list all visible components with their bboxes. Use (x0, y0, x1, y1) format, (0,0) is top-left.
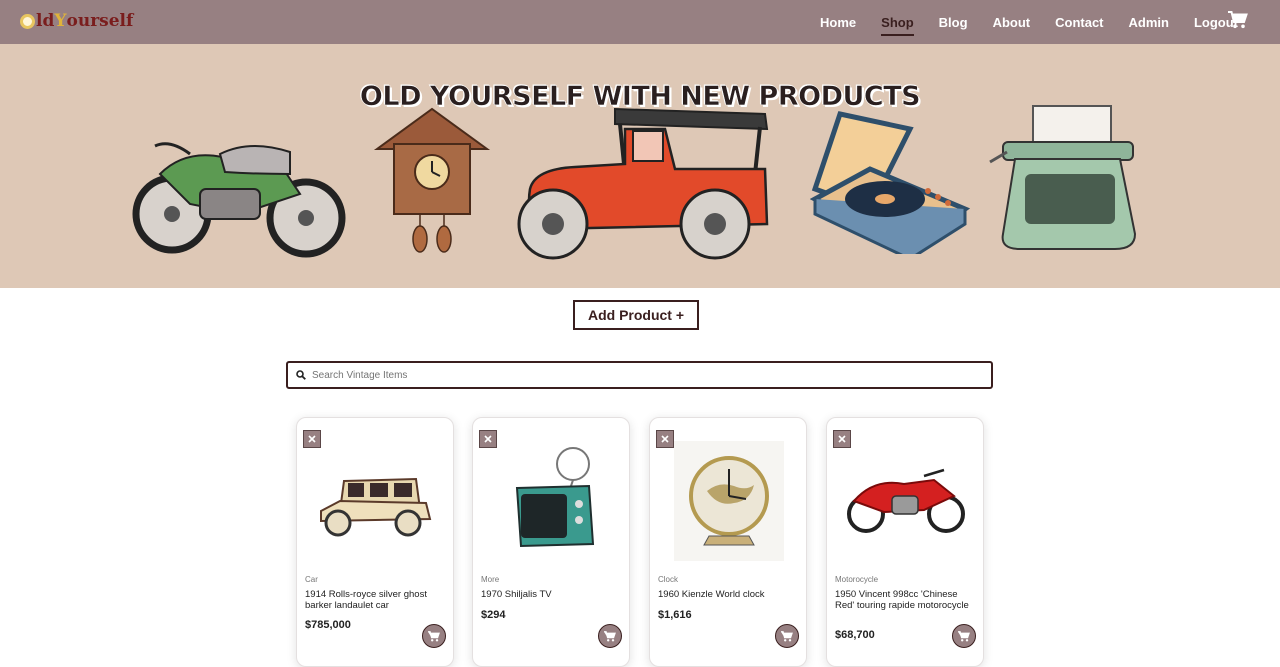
product-price: $68,700 (835, 629, 875, 641)
product-name[interactable]: 1970 Shiljalis TV (481, 589, 621, 601)
close-icon (484, 435, 492, 443)
product-image[interactable] (483, 428, 621, 573)
add-to-cart-button[interactable] (775, 624, 799, 648)
product-card[interactable]: More 1970 Shiljalis TV $294 (472, 417, 630, 667)
product-image[interactable] (660, 428, 798, 573)
top-navbar: ld Yourself Home Shop Blog About Contact … (0, 0, 1280, 44)
nav-blog[interactable]: Blog (939, 15, 968, 30)
product-category: Clock (658, 575, 679, 584)
delete-product-button[interactable] (479, 430, 497, 448)
product-category: Car (305, 575, 318, 584)
product-image[interactable] (837, 428, 975, 573)
add-to-cart-button[interactable] (952, 624, 976, 648)
nav-home[interactable]: Home (820, 15, 856, 30)
vintage-tv-image (515, 446, 595, 547)
nav-admin[interactable]: Admin (1129, 15, 1169, 30)
hero-banner: OLD YOURSELF WITH NEW PRODUCTS (0, 44, 1280, 288)
product-name[interactable]: 1950 Vincent 998cc 'Chinese Red' touring… (835, 589, 975, 611)
search-icon (296, 370, 306, 380)
logo-o-icon (20, 13, 35, 29)
vintage-car-image (320, 477, 432, 536)
product-price: $294 (481, 609, 506, 621)
product-category: More (481, 575, 500, 584)
cart-icon (958, 630, 970, 641)
delete-product-button[interactable] (303, 430, 321, 448)
red-motorcycle-image (847, 468, 965, 533)
typewriter-illustration (989, 105, 1137, 250)
record-player-illustration (810, 111, 970, 254)
product-card[interactable]: Motorocycle 1950 Vincent 998cc 'Chinese … (826, 417, 984, 667)
motorcycle-illustration (132, 142, 346, 258)
cuckoo-clock-illustration (373, 107, 491, 253)
product-price: $1,616 (658, 609, 692, 621)
car-illustration (517, 107, 769, 260)
nav-about[interactable]: About (993, 15, 1031, 30)
nav-shop[interactable]: Shop (881, 15, 914, 36)
delete-product-button[interactable] (833, 430, 851, 448)
add-to-cart-button[interactable] (422, 624, 446, 648)
add-product-button[interactable]: Add Product + (573, 300, 699, 330)
close-icon (308, 435, 316, 443)
cart-icon[interactable] (1228, 11, 1248, 29)
cart-icon (781, 630, 793, 641)
hero-title: OLD YOURSELF WITH NEW PRODUCTS (359, 81, 921, 113)
site-logo[interactable]: ld Yourself (20, 9, 133, 33)
cart-icon (428, 630, 440, 641)
product-price: $785,000 (305, 619, 351, 631)
world-clock-image (674, 440, 784, 561)
nav-contact[interactable]: Contact (1055, 15, 1103, 30)
product-name[interactable]: 1960 Kienzle World clock (658, 589, 798, 601)
cart-icon (604, 630, 616, 641)
product-image[interactable] (307, 428, 445, 573)
close-icon (661, 435, 669, 443)
search-bar (286, 361, 993, 389)
nav-links: Home Shop Blog About Contact Admin Logou… (795, 0, 1238, 44)
product-card[interactable]: Car 1914 Rolls-royce silver ghost barker… (296, 417, 454, 667)
search-input[interactable] (312, 369, 972, 381)
product-card[interactable]: Clock 1960 Kienzle World clock $1,616 (649, 417, 807, 667)
close-icon (838, 435, 846, 443)
product-category: Motorocycle (835, 575, 879, 584)
delete-product-button[interactable] (656, 430, 674, 448)
product-name[interactable]: 1914 Rolls-royce silver ghost barker lan… (305, 589, 445, 611)
add-to-cart-button[interactable] (598, 624, 622, 648)
